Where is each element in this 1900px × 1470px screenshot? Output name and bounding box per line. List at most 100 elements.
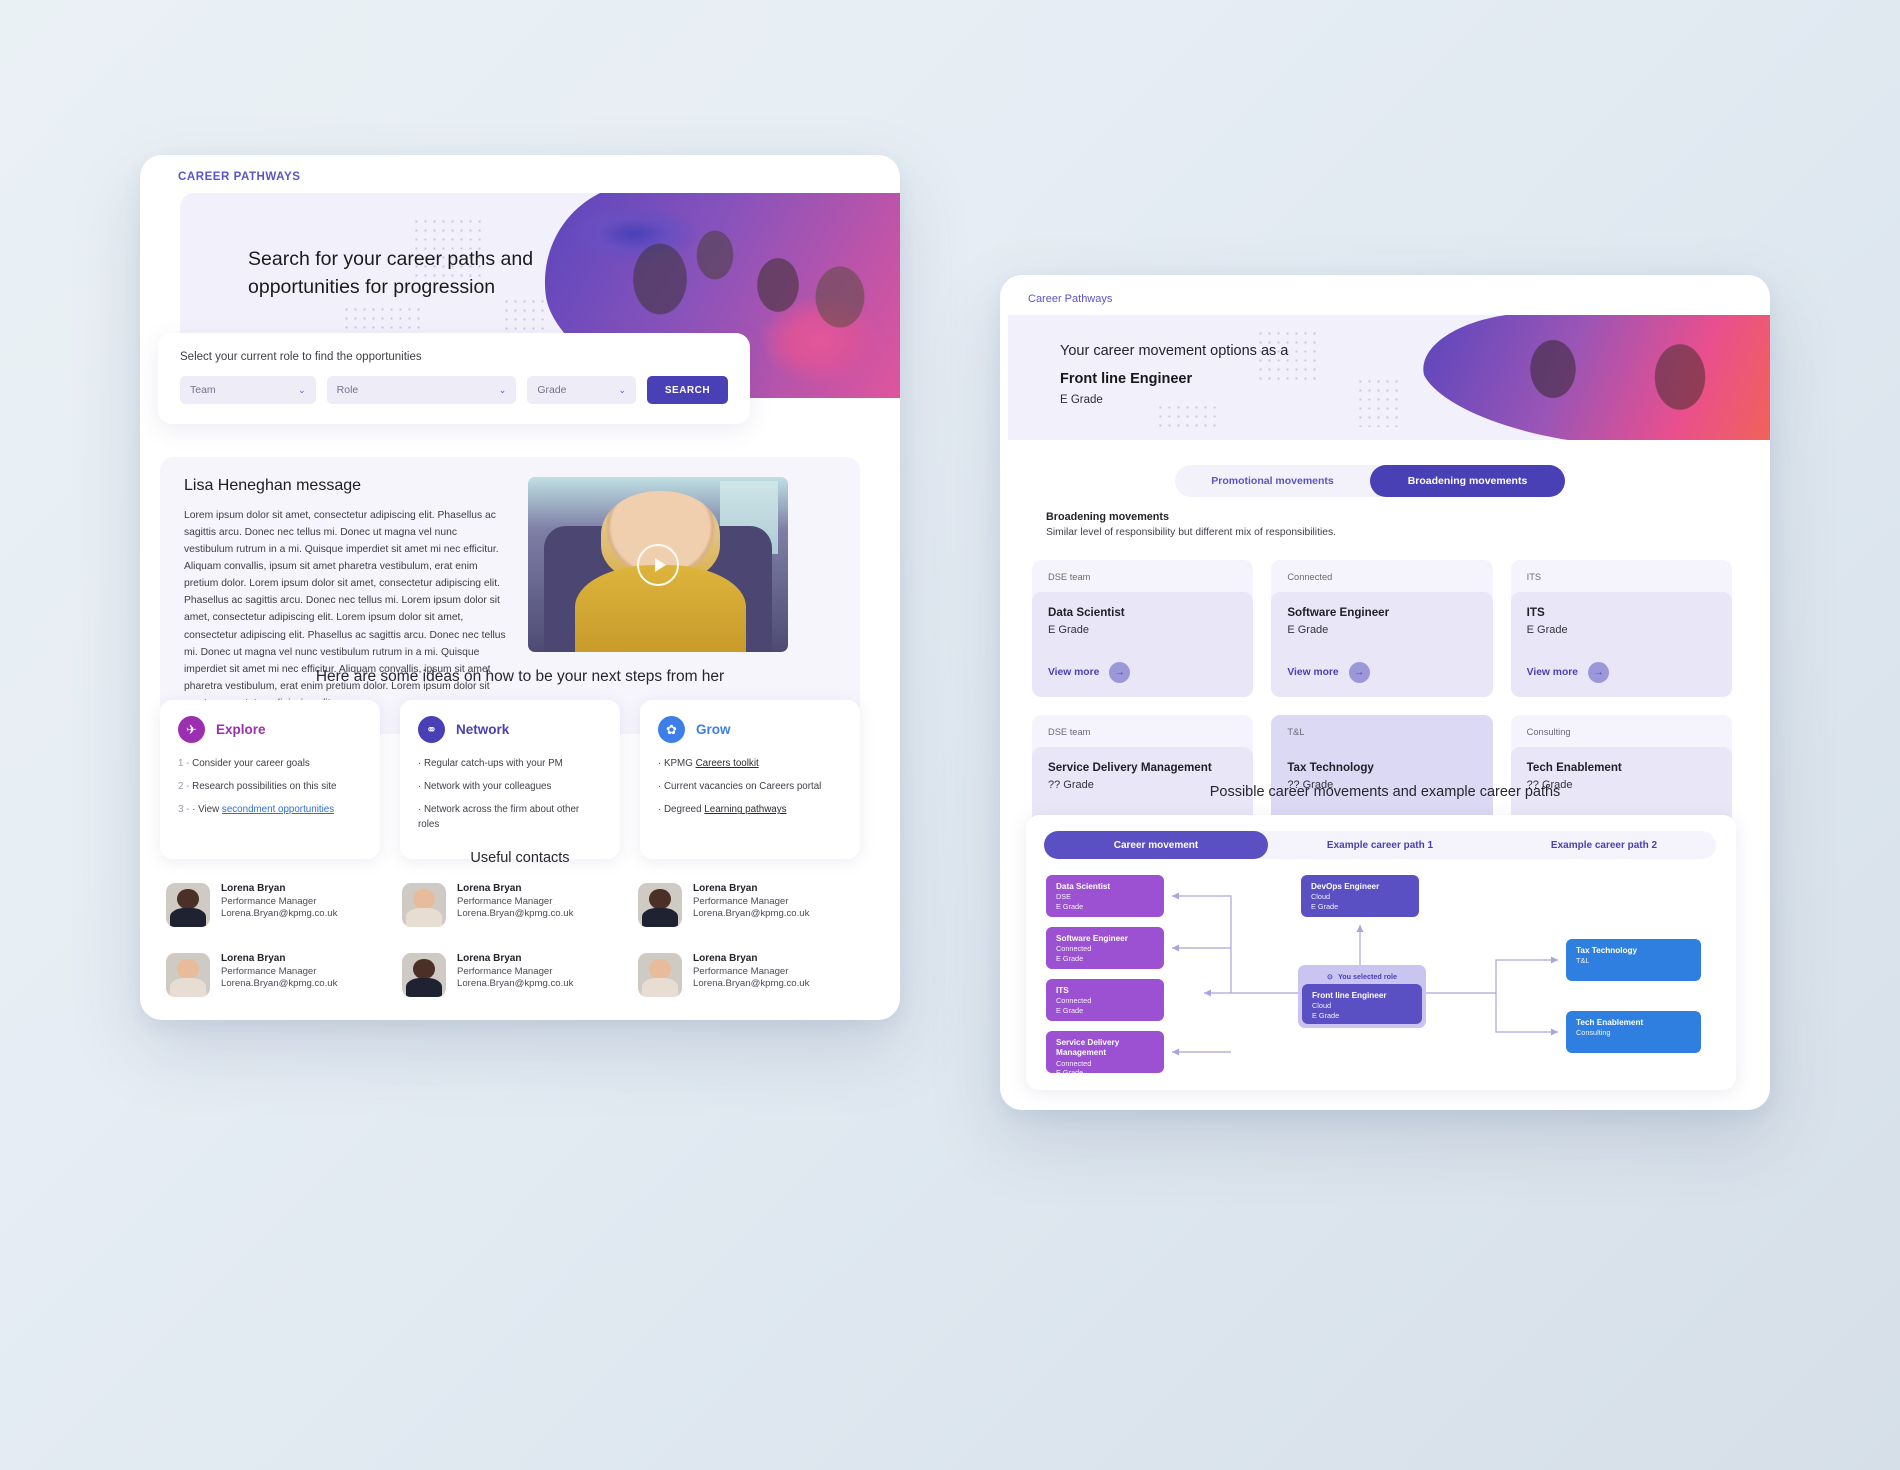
flow-node-service-delivery-management[interactable]: Service Delivery Management Connected E … [1046, 1031, 1164, 1077]
team-select[interactable]: Team ⌄ [180, 376, 316, 404]
contact-email[interactable]: Lorena.Bryan@kpmg.co.uk [693, 978, 809, 989]
avatar [638, 953, 682, 997]
contact-item[interactable]: Lorena Bryan Performance Manager Lorena.… [166, 883, 394, 927]
hero-banner: Your career movement options as a Front … [1008, 315, 1770, 440]
network-glyph: ⚭ [426, 721, 437, 737]
list-item: 2 - Research possibilities on this site [178, 780, 362, 794]
flow-node-tech-enablement[interactable]: Tech Enablement Consulting [1566, 1011, 1701, 1053]
avatar [402, 953, 446, 997]
chevron-down-icon: ⌄ [618, 384, 627, 395]
contact-email[interactable]: Lorena.Bryan@kpmg.co.uk [221, 978, 337, 989]
idea-card-title: Grow [696, 722, 731, 737]
view-more-label: View more [1048, 667, 1100, 678]
idea-card-explore[interactable]: ✈ Explore 1 - Consider your career goals… [160, 700, 380, 859]
view-more-button[interactable]: View more → [1527, 662, 1716, 683]
diagram-tabs: Career movement Example career path 1 Ex… [1044, 831, 1716, 859]
role-card-grid: DSE team Data Scientist E Grade View mor… [1032, 560, 1732, 852]
contact-item[interactable]: Lorena Bryan Performance Manager Lorena.… [402, 953, 630, 997]
play-icon[interactable] [637, 543, 679, 586]
list-item: · Regular catch-ups with your PM [418, 757, 602, 771]
flow-node-team: T&L [1576, 956, 1590, 966]
contact-email[interactable]: Lorena.Bryan@kpmg.co.uk [457, 978, 573, 989]
hero-role-title: Front line Engineer [1060, 371, 1193, 387]
flow-node-title: Front line Engineer [1312, 991, 1387, 1000]
selected-role-badge-label: You selected role [1338, 972, 1397, 981]
role-card[interactable]: ITS ITS E Grade View more → [1510, 560, 1732, 697]
item-text: · Current vacancies on Careers portal [658, 781, 822, 793]
arrow-right-icon[interactable]: → [1348, 662, 1370, 683]
search-instruction-label: Select your current role to find the opp… [180, 351, 422, 363]
tab-career-movement[interactable]: Career movement [1044, 831, 1268, 859]
tab-promotional-movements[interactable]: Promotional movements [1175, 465, 1370, 497]
contact-name: Lorena Bryan [693, 953, 758, 964]
grade-select[interactable]: Grade ⌄ [527, 376, 637, 404]
avatar [166, 883, 210, 927]
flow-node-data-scientist[interactable]: Data Scientist DSE E Grade [1046, 875, 1164, 917]
contact-details: Lorena Bryan Performance Manager Lorena.… [693, 883, 809, 919]
app-brand-label: Career Pathways [1028, 293, 1113, 305]
idea-card-title: Explore [216, 722, 266, 737]
search-row: Team ⌄ Role ⌄ Grade ⌄ SEARCH [180, 376, 728, 404]
contact-item[interactable]: Lorena Bryan Performance Manager Lorena.… [166, 953, 394, 997]
role-card-grade: E Grade [1048, 624, 1089, 636]
secondment-opportunities-link[interactable]: secondment opportunities [222, 804, 334, 815]
role-card[interactable]: Connected Software Engineer E Grade View… [1271, 560, 1493, 697]
role-select[interactable]: Role ⌄ [326, 376, 517, 404]
item-text: · View [192, 804, 222, 816]
item-text: · Degreed [658, 804, 705, 816]
flow-node-title: Tax Technology [1576, 946, 1638, 955]
location-pin-icon: ⊙ [1326, 972, 1334, 981]
contact-item[interactable]: Lorena Bryan Performance Manager Lorena.… [638, 883, 866, 927]
hero-role-grade: E Grade [1060, 394, 1103, 406]
avatar [402, 883, 446, 927]
contact-item[interactable]: Lorena Bryan Performance Manager Lorena.… [638, 953, 866, 997]
chevron-down-icon: ⌄ [298, 384, 306, 395]
flow-node-tax-technology[interactable]: Tax Technology T&L [1566, 939, 1701, 981]
flow-node-devops-engineer[interactable]: DevOps Engineer Cloud E Grade [1301, 875, 1419, 917]
team-select-value: Team [190, 384, 216, 396]
leader-video-thumbnail[interactable] [528, 477, 788, 652]
list-item: · Network across the firm about other ro… [418, 803, 602, 831]
tab-example-career-path-1[interactable]: Example career path 1 [1268, 831, 1492, 859]
flow-node-title: ITS [1056, 986, 1069, 995]
flow-node-its[interactable]: ITS Connected E Grade [1046, 979, 1164, 1021]
role-card-name: Data Scientist [1048, 606, 1125, 619]
list-item: · Current vacancies on Careers portal [658, 780, 842, 794]
view-more-button[interactable]: View more → [1287, 662, 1476, 683]
role-card[interactable]: DSE team Data Scientist E Grade View mor… [1032, 560, 1254, 697]
learning-pathways-link[interactable]: Learning pathways [704, 804, 786, 815]
careers-toolkit-link[interactable]: Careers toolkit [696, 758, 759, 769]
contact-email[interactable]: Lorena.Bryan@kpmg.co.uk [221, 908, 337, 919]
dot-pattern-icon [1156, 403, 1220, 429]
hero-photo-people [1418, 315, 1770, 440]
list-item: · Degreed Learning pathways [658, 803, 842, 817]
arrow-right-icon[interactable]: → [1109, 662, 1131, 683]
role-card-team: DSE team [1048, 572, 1091, 582]
item-text: · Network across the firm about other ro… [418, 804, 580, 830]
flow-node-grade: E Grade [1056, 1067, 1084, 1077]
contact-details: Lorena Bryan Performance Manager Lorena.… [693, 953, 809, 989]
career-flow-diagram: Data Scientist DSE E Grade Software Engi… [1026, 867, 1736, 1089]
role-card-team: T&L [1287, 727, 1305, 737]
flow-node-front-line-engineer[interactable]: Front line Engineer Cloud E Grade [1302, 984, 1422, 1024]
search-button[interactable]: SEARCH [647, 376, 728, 404]
idea-card-header: ✿ Grow [658, 716, 842, 743]
tab-broadening-movements[interactable]: Broadening movements [1370, 465, 1565, 497]
rocket-icon: ✈ [178, 716, 205, 743]
idea-card-network[interactable]: ⚭ Network · Regular catch-ups with your … [400, 700, 620, 859]
arrow-right-icon[interactable]: → [1587, 662, 1609, 683]
view-more-button[interactable]: View more → [1048, 662, 1237, 683]
item-text: · KPMG [658, 758, 696, 769]
contact-email[interactable]: Lorena.Bryan@kpmg.co.uk [693, 908, 809, 919]
flow-node-title: Service Delivery Management [1056, 1038, 1120, 1058]
tab-example-career-path-2[interactable]: Example career path 2 [1492, 831, 1716, 859]
idea-card-grow[interactable]: ✿ Grow · KPMG Careers toolkit · Current … [640, 700, 860, 859]
contact-item[interactable]: Lorena Bryan Performance Manager Lorena.… [402, 883, 630, 927]
growth-hand-icon: ✿ [658, 716, 685, 743]
role-card-body: ITS E Grade View more → [1510, 592, 1732, 697]
contact-role: Performance Manager [457, 896, 553, 907]
contacts-section-title: Useful contacts [470, 850, 570, 866]
flow-node-software-engineer[interactable]: Software Engineer Connected E Grade [1046, 927, 1164, 969]
idea-card-title: Network [456, 722, 510, 737]
contact-email[interactable]: Lorena.Bryan@kpmg.co.uk [457, 908, 573, 919]
